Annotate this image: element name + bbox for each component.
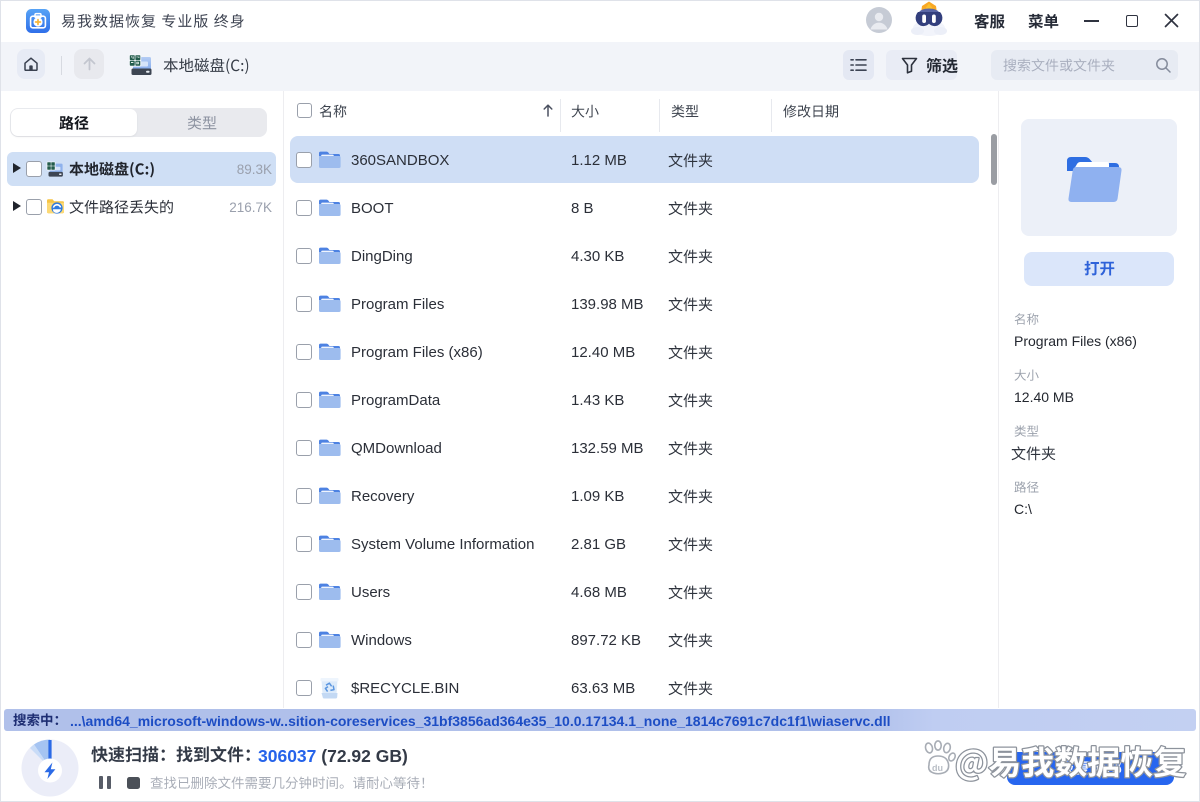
svg-text:du: du (932, 763, 943, 773)
